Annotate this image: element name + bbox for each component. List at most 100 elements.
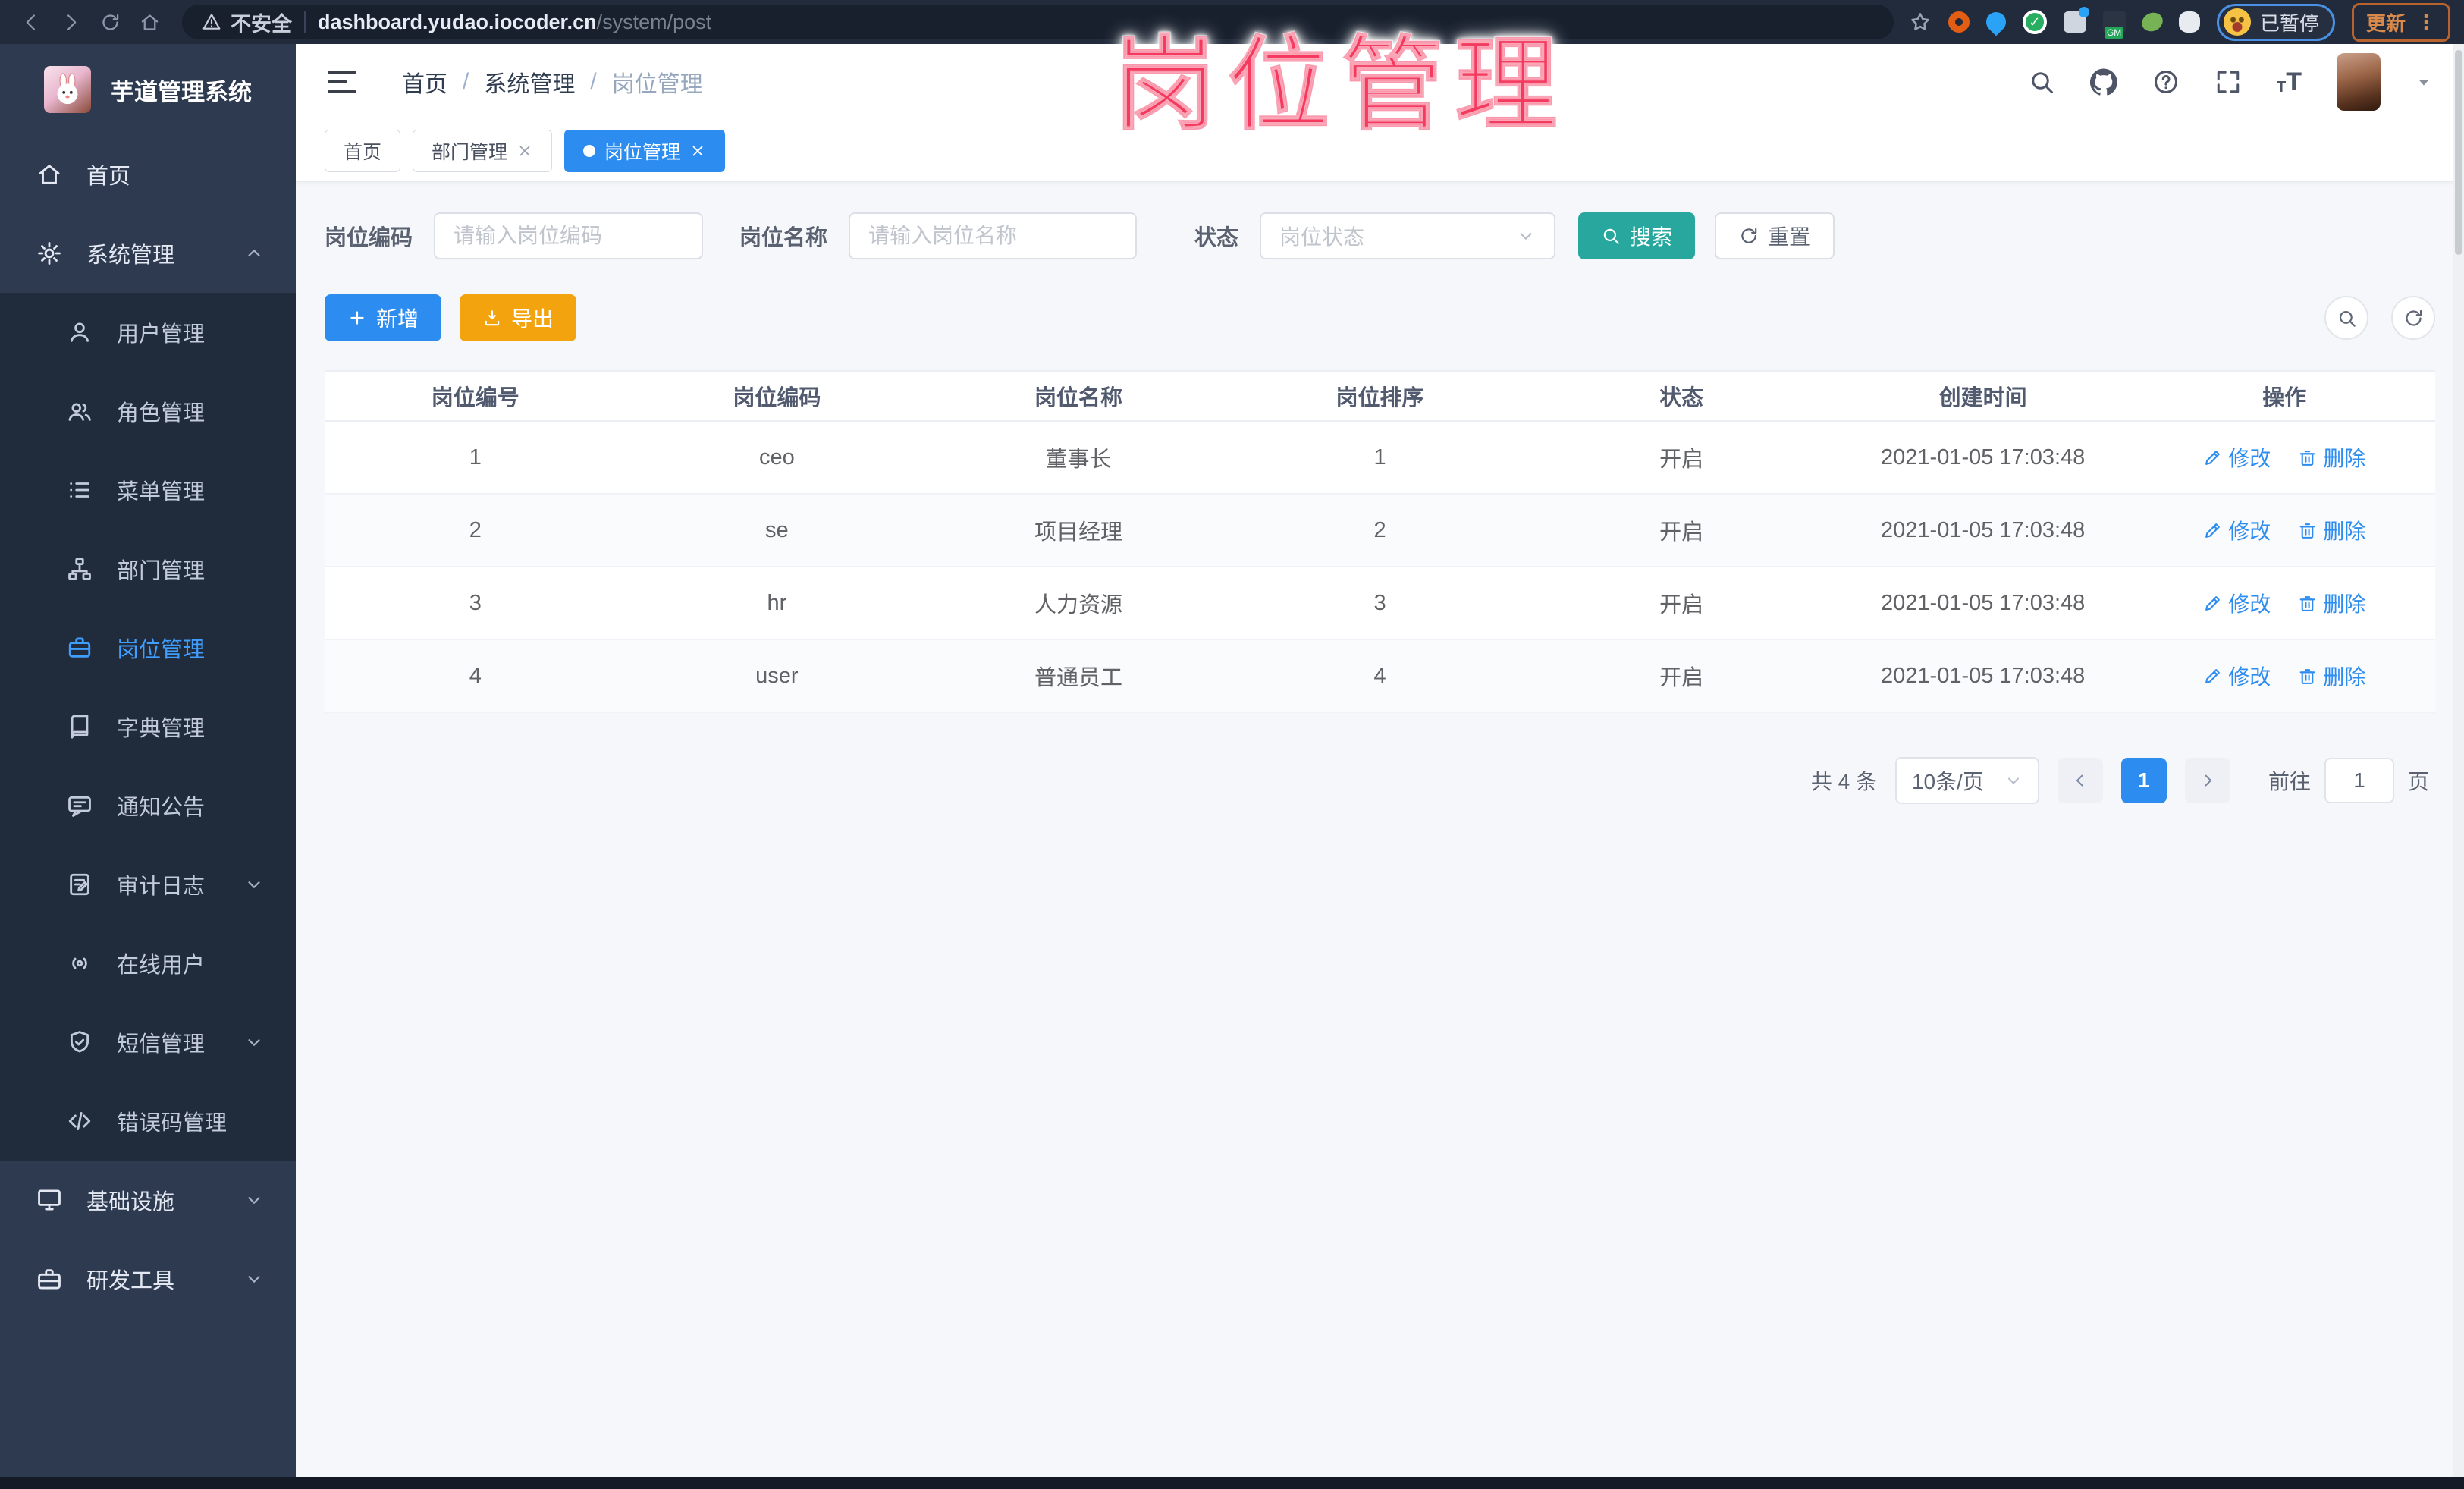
sidebar-item-系统管理[interactable]: 系统管理 <box>0 214 296 293</box>
page-size-value: 10条/页 <box>1911 770 1984 793</box>
toggle-search-button[interactable] <box>2324 296 2368 340</box>
search-button[interactable]: 搜索 <box>1578 212 1696 259</box>
sidebar-item-错误码管理[interactable]: 错误码管理 <box>0 1082 296 1161</box>
pagination: 共 4 条 10条/页 1 前往 页 <box>325 757 2435 804</box>
sms-shield-icon <box>67 1029 93 1055</box>
extension-icon[interactable] <box>1948 11 1970 33</box>
dictionary-icon <box>67 714 93 740</box>
post-name-input[interactable] <box>849 212 1138 259</box>
tab-岗位管理[interactable]: 岗位管理 <box>564 129 726 172</box>
chevron-down-icon <box>244 875 264 894</box>
chevron-down-icon[interactable] <box>2415 74 2432 90</box>
update-button[interactable]: 更新 ⋮ <box>2351 2 2450 42</box>
breadcrumb-item[interactable]: 系统管理 <box>484 65 575 99</box>
sidebar-item-label: 通知公告 <box>117 796 206 820</box>
sidebar-item-部门管理[interactable]: 部门管理 <box>0 529 296 608</box>
table-toolbar: 新增 导出 <box>325 294 2435 341</box>
export-button[interactable]: 导出 <box>460 294 577 341</box>
sidebar-item-审计日志[interactable]: 审计日志 <box>0 845 296 924</box>
back-icon[interactable] <box>14 5 49 39</box>
extension-icon[interactable] <box>1982 8 2010 36</box>
reset-button[interactable]: 重置 <box>1715 212 1835 259</box>
delete-link[interactable]: 删除 <box>2298 515 2365 545</box>
column-header: 创建时间 <box>1938 386 2027 410</box>
font-size-icon[interactable]: TT <box>2277 69 2302 95</box>
help-icon[interactable] <box>2152 68 2180 96</box>
extension-icon[interactable]: ✓ <box>2022 10 2047 34</box>
posts-table: 岗位编号 岗位编码 岗位名称 岗位排序 状态 创建时间 操作 1 ceo 董事长 1 开启 2021-… <box>325 370 2435 713</box>
edit-link[interactable]: 修改 <box>2203 515 2271 545</box>
extension-icon[interactable] <box>2139 9 2165 35</box>
sidebar-item-研发工具[interactable]: 研发工具 <box>0 1239 296 1318</box>
breadcrumb-item: 岗位管理 <box>611 72 703 97</box>
edit-link[interactable]: 修改 <box>2203 442 2271 473</box>
scrollbar[interactable] <box>2453 44 2464 1477</box>
delete-icon <box>2298 521 2317 540</box>
github-icon[interactable] <box>2090 68 2117 96</box>
delete-link[interactable]: 删除 <box>2298 588 2365 618</box>
breadcrumb: 首页 / 系统管理 / 岗位管理 <box>402 65 703 99</box>
post-code-input[interactable] <box>434 212 704 259</box>
delete-link[interactable]: 删除 <box>2298 442 2365 473</box>
sidebar-item-字典管理[interactable]: 字典管理 <box>0 687 296 766</box>
chevron-left-icon <box>2071 771 2089 790</box>
tab-部门管理[interactable]: 部门管理 <box>413 129 553 172</box>
avatar[interactable] <box>2337 53 2381 111</box>
reload-icon[interactable] <box>93 5 127 39</box>
refresh-button[interactable] <box>2391 296 2435 340</box>
code-icon <box>67 1108 93 1134</box>
goto-page: 前往 页 <box>2268 758 2429 803</box>
breadcrumb-item[interactable]: 首页 <box>402 65 447 99</box>
address-bar[interactable]: 不安全 dashboard.yudao.iocoder.cn/system/po… <box>182 5 1894 39</box>
sidebar-item-用户管理[interactable]: 用户管理 <box>0 293 296 372</box>
breadcrumb-separator: / <box>463 69 469 94</box>
table-header: 岗位编号 岗位编码 岗位名称 岗位排序 状态 创建时间 操作 <box>325 372 2435 422</box>
browser-menu-icon[interactable]: ⋮ <box>2416 11 2436 34</box>
download-icon <box>482 308 502 328</box>
chevron-right-icon <box>2199 771 2217 790</box>
cell-code: hr <box>767 590 787 615</box>
sidebar-item-菜单管理[interactable]: 菜单管理 <box>0 451 296 529</box>
current-page[interactable]: 1 <box>2120 758 2167 803</box>
add-button[interactable]: 新增 <box>325 294 442 341</box>
sidebar-item-首页[interactable]: 首页 <box>0 135 296 214</box>
sidebar-item-label: 部门管理 <box>117 559 206 583</box>
cell-name: 项目经理 <box>1034 520 1122 545</box>
home-icon[interactable] <box>132 5 167 39</box>
tab-首页[interactable]: 首页 <box>325 129 401 172</box>
status-placeholder: 岗位状态 <box>1279 225 1365 249</box>
extensions-puzzle-icon[interactable] <box>2178 11 2200 33</box>
delete-label: 删除 <box>2323 520 2366 543</box>
url-path: /system/post <box>596 10 712 33</box>
status-select[interactable]: 岗位状态 <box>1260 212 1556 259</box>
sidebar-item-角色管理[interactable]: 角色管理 <box>0 372 296 451</box>
security-chip[interactable]: 不安全 <box>202 8 292 37</box>
table-body: 1 ceo 董事长 1 开启 2021-01-05 17:03:48 修改 删除 2 se 项目经理… <box>325 422 2435 713</box>
sidebar-item-在线用户[interactable]: 在线用户 <box>0 924 296 1003</box>
delete-link[interactable]: 删除 <box>2298 661 2365 691</box>
prev-page-button[interactable] <box>2057 758 2103 803</box>
forward-icon[interactable] <box>53 5 88 39</box>
sidebar-item-label: 用户管理 <box>117 322 206 347</box>
app-logo-row[interactable]: 芋道管理系统 <box>0 44 296 135</box>
sidebar-item-基础设施[interactable]: 基础设施 <box>0 1161 296 1239</box>
bookmark-star-icon[interactable] <box>1909 11 1932 33</box>
next-page-button[interactable] <box>2184 758 2230 803</box>
search-icon[interactable] <box>2028 68 2055 96</box>
extension-icon[interactable] <box>2063 7 2089 33</box>
sidebar-item-通知公告[interactable]: 通知公告 <box>0 766 296 845</box>
collapse-menu-icon[interactable] <box>328 71 356 93</box>
paused-extension-chip[interactable]: 已暂停 <box>2216 3 2335 41</box>
fullscreen-icon[interactable] <box>2214 68 2242 96</box>
edit-link[interactable]: 修改 <box>2203 588 2271 618</box>
column-header: 状态 <box>1659 386 1704 410</box>
edit-link[interactable]: 修改 <box>2203 661 2271 691</box>
page-size-select[interactable]: 10条/页 <box>1894 757 2039 804</box>
delete-label: 删除 <box>2323 447 2366 470</box>
goto-page-input[interactable] <box>2324 758 2394 803</box>
column-header: 岗位编号 <box>431 386 519 410</box>
sidebar-item-短信管理[interactable]: 短信管理 <box>0 1003 296 1082</box>
tab-label: 岗位管理 <box>604 141 681 163</box>
extension-icon[interactable] <box>2102 11 2126 39</box>
sidebar-item-岗位管理[interactable]: 岗位管理 <box>0 608 296 687</box>
